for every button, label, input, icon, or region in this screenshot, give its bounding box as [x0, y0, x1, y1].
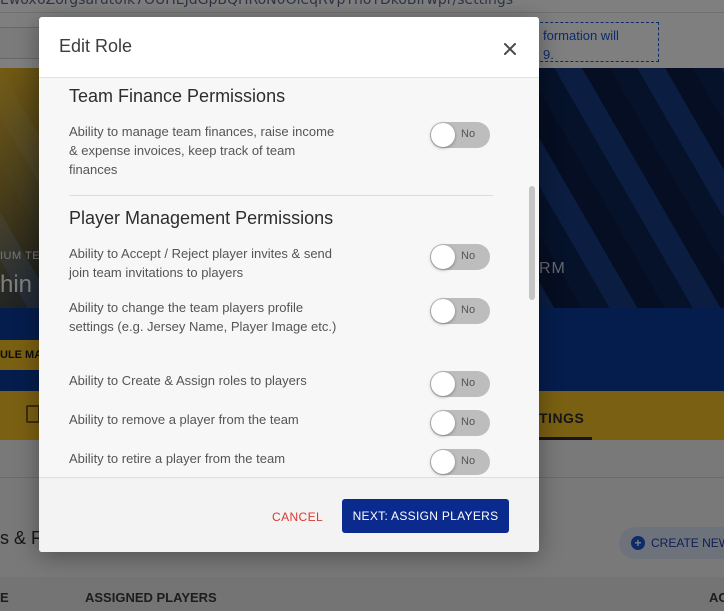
edit-role-modal: Edit Role Team Finance Permissions Abili… [39, 17, 539, 552]
permission-toggle-accept-reject-invites[interactable]: No [430, 244, 490, 270]
toggle-knob [431, 411, 455, 435]
permission-text: Ability to Create & Assign roles to play… [69, 373, 307, 388]
toggle-label: No [461, 377, 476, 389]
close-icon[interactable] [502, 41, 518, 57]
toggle-label: No [461, 455, 476, 467]
modal-title: Edit Role [59, 36, 133, 56]
toggle-knob [431, 245, 455, 269]
group-title-team-finance: Team Finance Permissions [69, 86, 286, 106]
cancel-button[interactable]: CANCEL [272, 510, 323, 524]
next-assign-players-button[interactable]: NEXT: ASSIGN PLAYERS [342, 499, 509, 533]
permission-text: Ability to manage team finances, raise i… [69, 124, 335, 177]
permission-text: Ability to retire a player from the team [69, 451, 286, 466]
modal-header: Edit Role [39, 17, 539, 78]
permission-toggle-player-profile-settings[interactable]: No [430, 298, 490, 324]
permission-text: Ability to remove a player from the team [69, 412, 299, 427]
permission-toggle-remove-player[interactable]: No [430, 410, 490, 436]
toggle-knob [431, 299, 455, 323]
toggle-knob [431, 450, 455, 474]
permission-text: Ability to change the team players profi… [69, 300, 337, 334]
permission-toggle-retire-player[interactable]: No [430, 449, 490, 475]
group-divider [69, 195, 493, 196]
toggle-label: No [461, 128, 476, 140]
permission-text: Ability to Accept / Reject player invite… [69, 246, 333, 280]
toggle-knob [431, 372, 455, 396]
permission-toggle-manage-finances[interactable]: No [430, 122, 490, 148]
modal-body[interactable]: Team Finance Permissions Ability to mana… [39, 78, 539, 477]
toggle-label: No [461, 416, 476, 428]
toggle-label: No [461, 304, 476, 316]
group-title-player-management: Player Management Permissions [69, 208, 334, 228]
modal-scrollbar-thumb[interactable] [529, 186, 535, 300]
toggle-label: No [461, 250, 476, 262]
toggle-knob [431, 123, 455, 147]
permission-toggle-create-assign-roles[interactable]: No [430, 371, 490, 397]
